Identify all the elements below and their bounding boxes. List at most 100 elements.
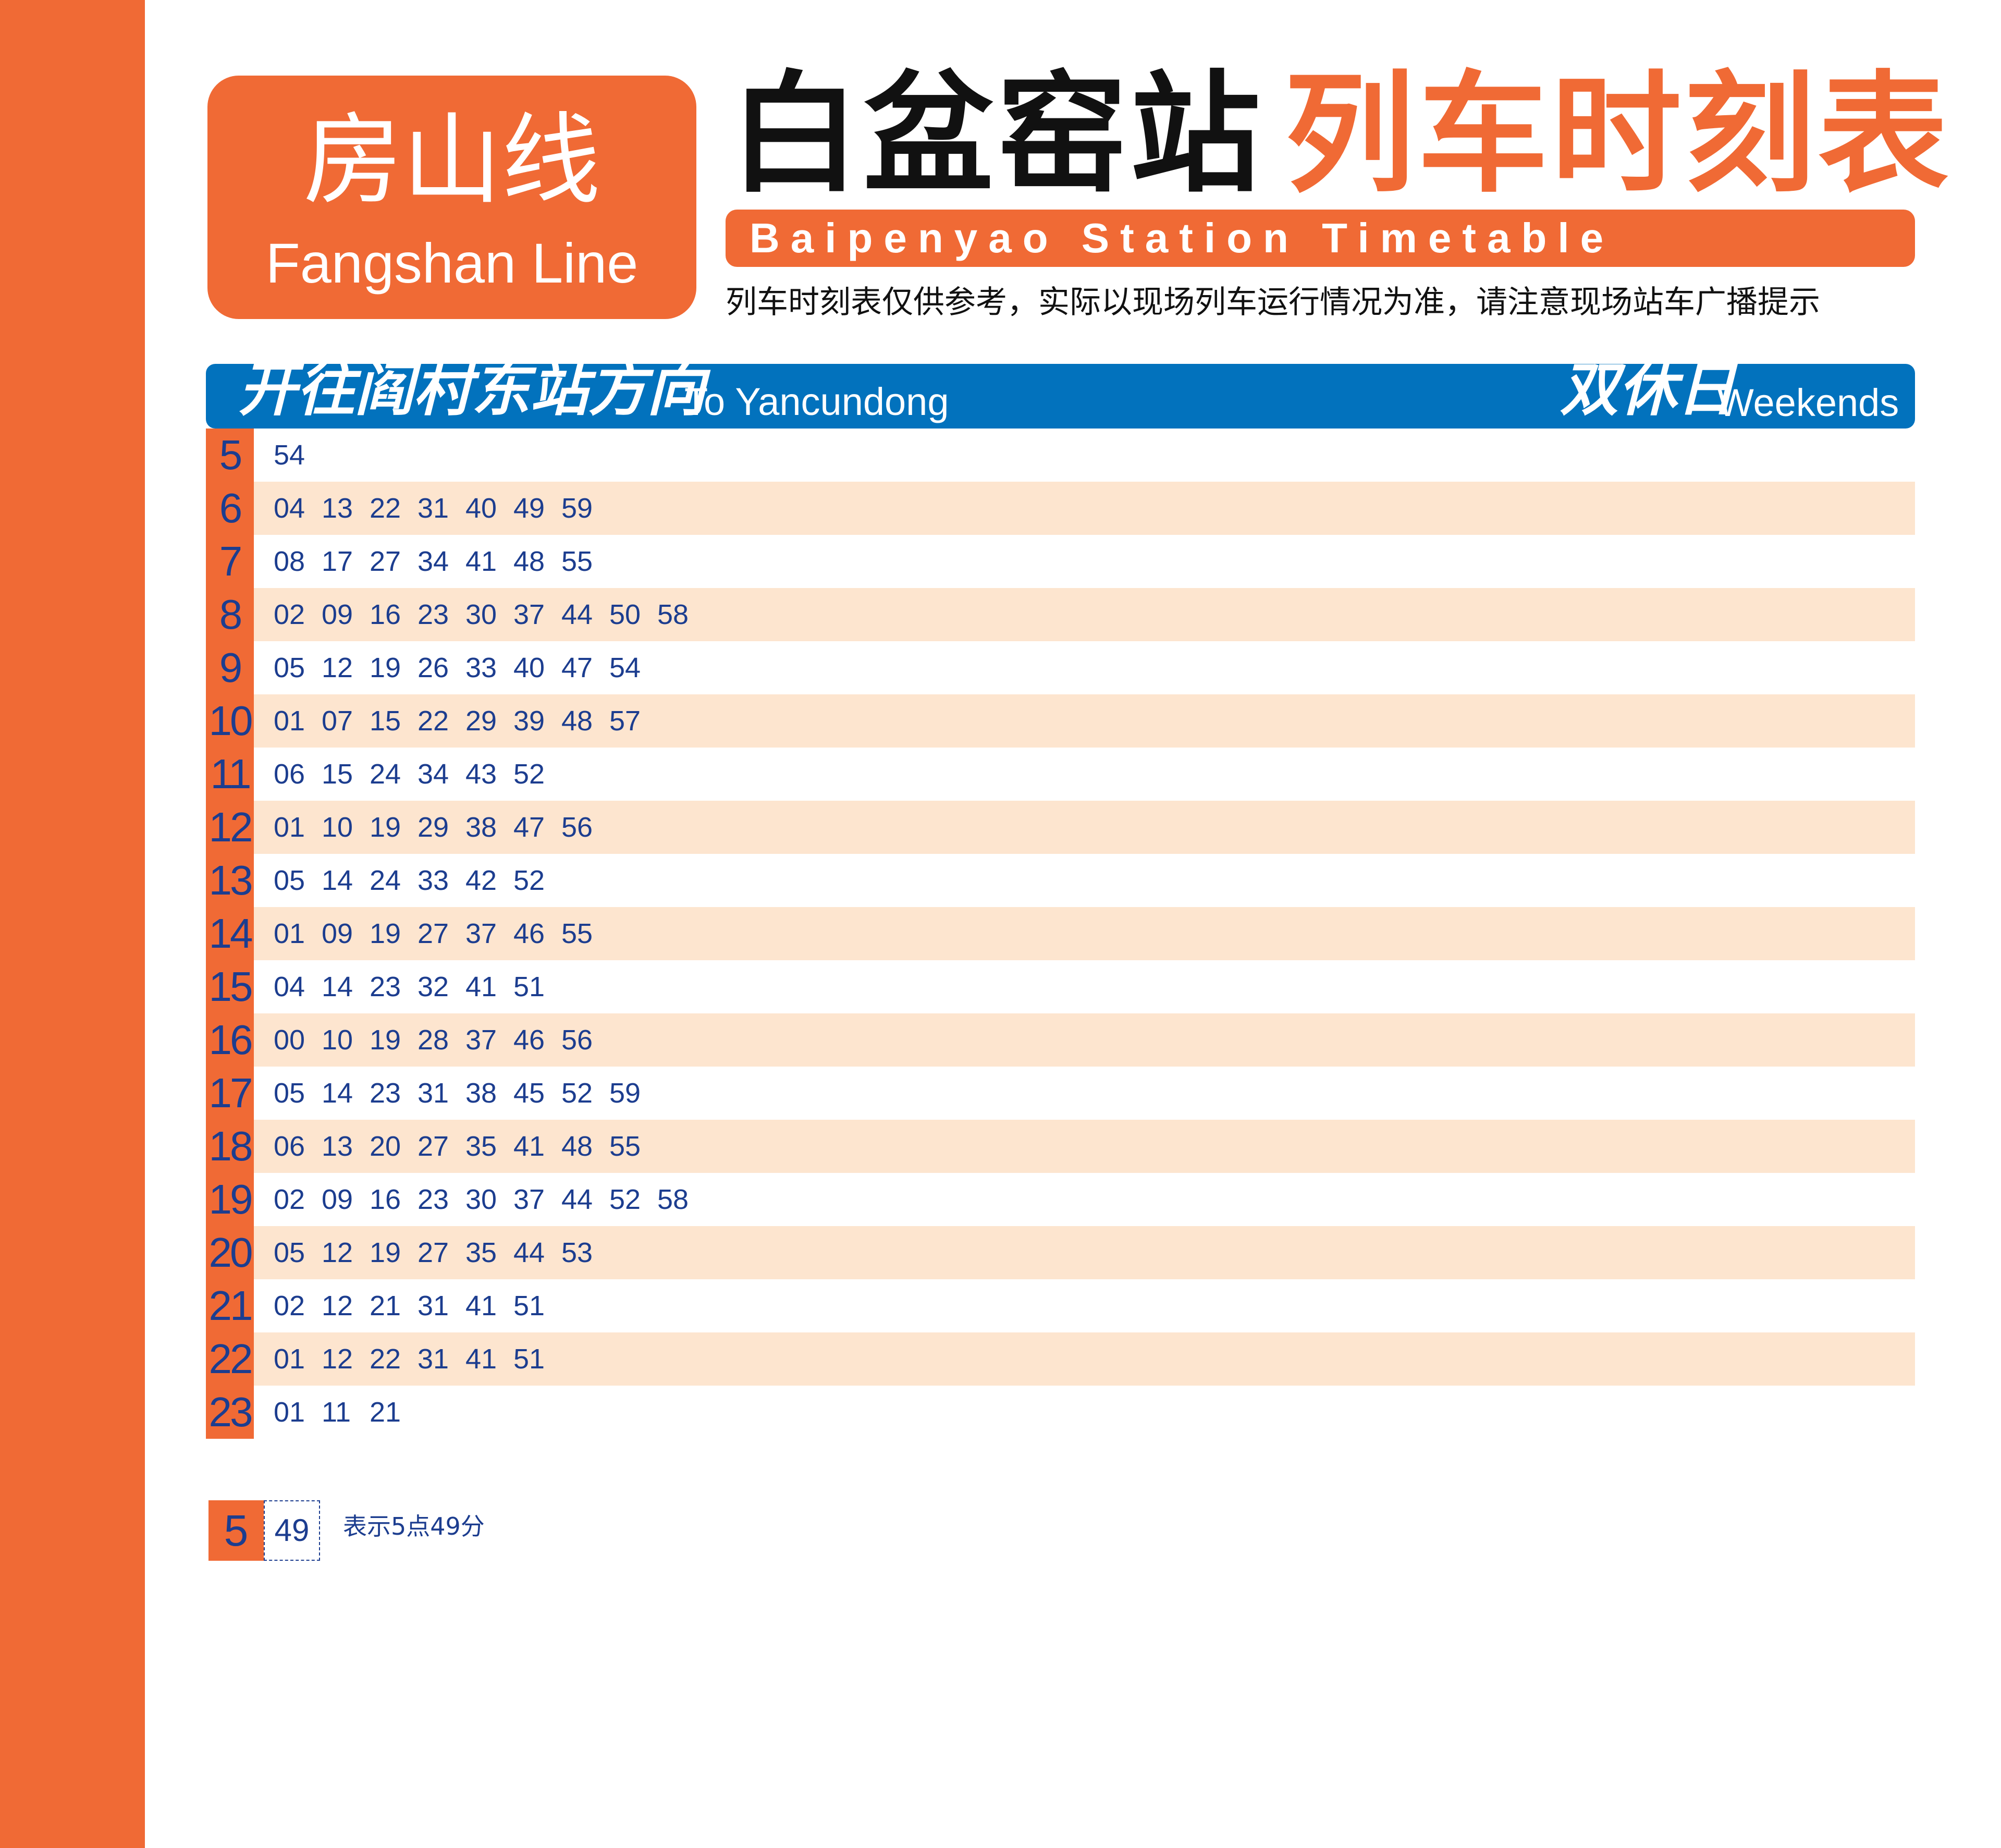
minute-cell: 23 <box>370 1078 401 1109</box>
table-row: 22 01 12 22 31 41 51 <box>206 1332 1915 1386</box>
minutes-list: 06 13 20 27 35 41 48 55 <box>274 1120 657 1173</box>
minutes-list: 05 14 23 31 38 45 52 59 <box>274 1067 657 1120</box>
hour-cell: 23 <box>206 1386 254 1439</box>
minute-cell: 01 <box>274 812 305 843</box>
minute-cell: 13 <box>322 1131 353 1162</box>
minute-cell: 09 <box>322 1184 353 1215</box>
minute-cell: 27 <box>370 546 401 577</box>
minute-cell: 48 <box>513 546 545 577</box>
minute-cell: 12 <box>322 1343 353 1375</box>
minute-cell: 44 <box>561 1184 593 1215</box>
minute-cell: 12 <box>322 1237 353 1268</box>
minute-cell: 05 <box>274 1078 305 1109</box>
hour-cell: 7 <box>206 535 254 588</box>
minute-cell: 52 <box>513 758 545 790</box>
table-row: 11 06 15 24 34 43 52 <box>206 748 1915 801</box>
minute-cell: 12 <box>322 652 353 683</box>
minute-cell: 30 <box>465 599 497 630</box>
minute-cell: 55 <box>561 918 593 949</box>
minute-cell: 33 <box>465 652 497 683</box>
table-row: 8 02 09 16 23 30 37 44 50 58 <box>206 588 1915 641</box>
minutes-list: 04 14 23 32 41 51 <box>274 960 561 1013</box>
minute-cell: 30 <box>465 1184 497 1215</box>
minute-cell: 02 <box>274 1184 305 1215</box>
minute-cell: 35 <box>465 1237 497 1268</box>
table-row: 19 02 09 16 23 30 37 44 52 58 <box>206 1173 1915 1226</box>
direction-header: 开往阎村东站方向 To Yancundong 双休日 Weekends <box>206 356 1915 429</box>
minute-cell: 05 <box>274 1237 305 1268</box>
minute-cell: 19 <box>370 652 401 683</box>
legend-minute: 49 <box>264 1500 320 1561</box>
minute-cell: 20 <box>370 1131 401 1162</box>
minute-cell: 53 <box>561 1237 593 1268</box>
table-row: 17 05 14 23 31 38 45 52 59 <box>206 1067 1915 1120</box>
minute-cell: 47 <box>561 652 593 683</box>
minutes-list: 01 10 19 29 38 47 56 <box>274 801 609 854</box>
minute-cell: 38 <box>465 812 497 843</box>
minute-cell: 58 <box>657 599 689 630</box>
minute-cell: 59 <box>609 1078 641 1109</box>
minute-cell: 29 <box>418 812 449 843</box>
table-row: 16 00 10 19 28 37 46 56 <box>206 1013 1915 1067</box>
hour-cell: 6 <box>206 482 254 535</box>
minute-cell: 42 <box>465 865 497 896</box>
minute-cell: 56 <box>561 812 593 843</box>
minute-cell: 37 <box>465 1024 497 1056</box>
table-row: 5 54 <box>206 429 1915 482</box>
minute-cell: 07 <box>322 705 353 737</box>
minutes-list: 04 13 22 31 40 49 59 <box>274 482 609 535</box>
table-row: 21 02 12 21 31 41 51 <box>206 1279 1915 1332</box>
minute-cell: 37 <box>513 1184 545 1215</box>
minute-cell: 45 <box>513 1078 545 1109</box>
minute-cell: 09 <box>322 918 353 949</box>
minute-cell: 51 <box>513 971 545 1002</box>
minutes-list: 02 12 21 31 41 51 <box>274 1279 561 1332</box>
minutes-list: 02 09 16 23 30 37 44 52 58 <box>274 1173 705 1226</box>
minute-cell: 08 <box>274 546 305 577</box>
minute-cell: 54 <box>274 439 305 471</box>
minute-cell: 48 <box>561 705 593 737</box>
minute-cell: 19 <box>370 1024 401 1056</box>
timetable-label: 列车时刻表 <box>1284 58 1951 210</box>
minute-cell: 24 <box>370 865 401 896</box>
minute-cell: 16 <box>370 599 401 630</box>
minute-cell: 24 <box>370 758 401 790</box>
hour-cell: 13 <box>206 854 254 907</box>
english-title-banner: Baipenyao Station Timetable <box>726 210 1915 267</box>
minute-cell: 41 <box>465 1343 497 1375</box>
table-row: 10 01 07 15 22 29 39 48 57 <box>206 694 1915 748</box>
minutes-list: 02 09 16 23 30 37 44 50 58 <box>274 588 705 641</box>
table-row: 20 05 12 19 27 35 44 53 <box>206 1226 1915 1279</box>
minute-cell: 28 <box>418 1024 449 1056</box>
minute-cell: 31 <box>418 1343 449 1375</box>
minute-cell: 39 <box>513 705 545 737</box>
minute-cell: 23 <box>370 971 401 1002</box>
minute-cell: 04 <box>274 971 305 1002</box>
minute-cell: 54 <box>609 652 641 683</box>
minute-cell: 34 <box>418 546 449 577</box>
legend-text: 表示5点49分 <box>343 1512 485 1540</box>
minute-cell: 49 <box>513 493 545 524</box>
minute-cell: 41 <box>465 971 497 1002</box>
line-name-en: Fangshan Line <box>265 231 639 295</box>
minute-cell: 01 <box>274 1343 305 1375</box>
minutes-list: 06 15 24 34 43 52 <box>274 748 561 801</box>
minute-cell: 56 <box>561 1024 593 1056</box>
minute-cell: 44 <box>513 1237 545 1268</box>
hour-cell: 20 <box>206 1226 254 1279</box>
minute-cell: 52 <box>609 1184 641 1215</box>
minutes-list: 08 17 27 34 41 48 55 <box>274 535 609 588</box>
minute-cell: 52 <box>561 1078 593 1109</box>
hour-cell: 12 <box>206 801 254 854</box>
minute-cell: 00 <box>274 1024 305 1056</box>
minute-cell: 11 <box>322 1397 351 1428</box>
minute-cell: 59 <box>561 493 593 524</box>
minute-cell: 22 <box>370 1343 401 1375</box>
minute-cell: 13 <box>322 493 353 524</box>
table-row: 15 04 14 23 32 41 51 <box>206 960 1915 1013</box>
hour-cell: 9 <box>206 641 254 694</box>
minute-cell: 19 <box>370 1237 401 1268</box>
line-badge: 房山线 Fangshan Line <box>207 76 696 319</box>
minutes-list: 54 <box>274 429 322 482</box>
hour-cell: 22 <box>206 1332 254 1386</box>
